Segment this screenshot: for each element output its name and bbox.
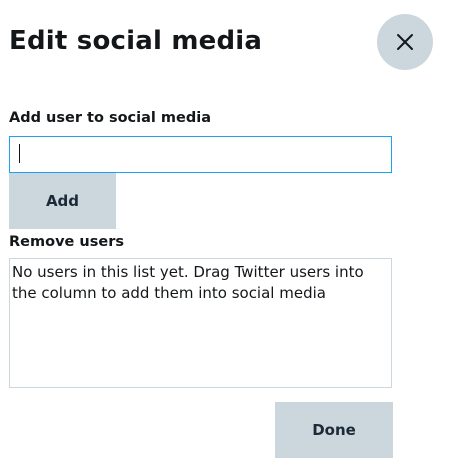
dialog-title: Edit social media bbox=[9, 26, 263, 56]
close-button[interactable] bbox=[377, 14, 433, 70]
add-user-input[interactable] bbox=[9, 136, 392, 173]
edit-social-media-dialog: Edit social media Add user to social med… bbox=[0, 0, 449, 468]
text-caret bbox=[19, 144, 20, 163]
done-button[interactable]: Done bbox=[275, 402, 393, 458]
users-list[interactable]: No users in this list yet. Drag Twitter … bbox=[9, 258, 392, 388]
close-icon bbox=[397, 34, 413, 50]
remove-users-label: Remove users bbox=[9, 234, 124, 250]
add-user-label: Add user to social media bbox=[9, 110, 211, 126]
add-button[interactable]: Add bbox=[9, 173, 116, 229]
empty-list-message: No users in this list yet. Drag Twitter … bbox=[12, 263, 364, 302]
